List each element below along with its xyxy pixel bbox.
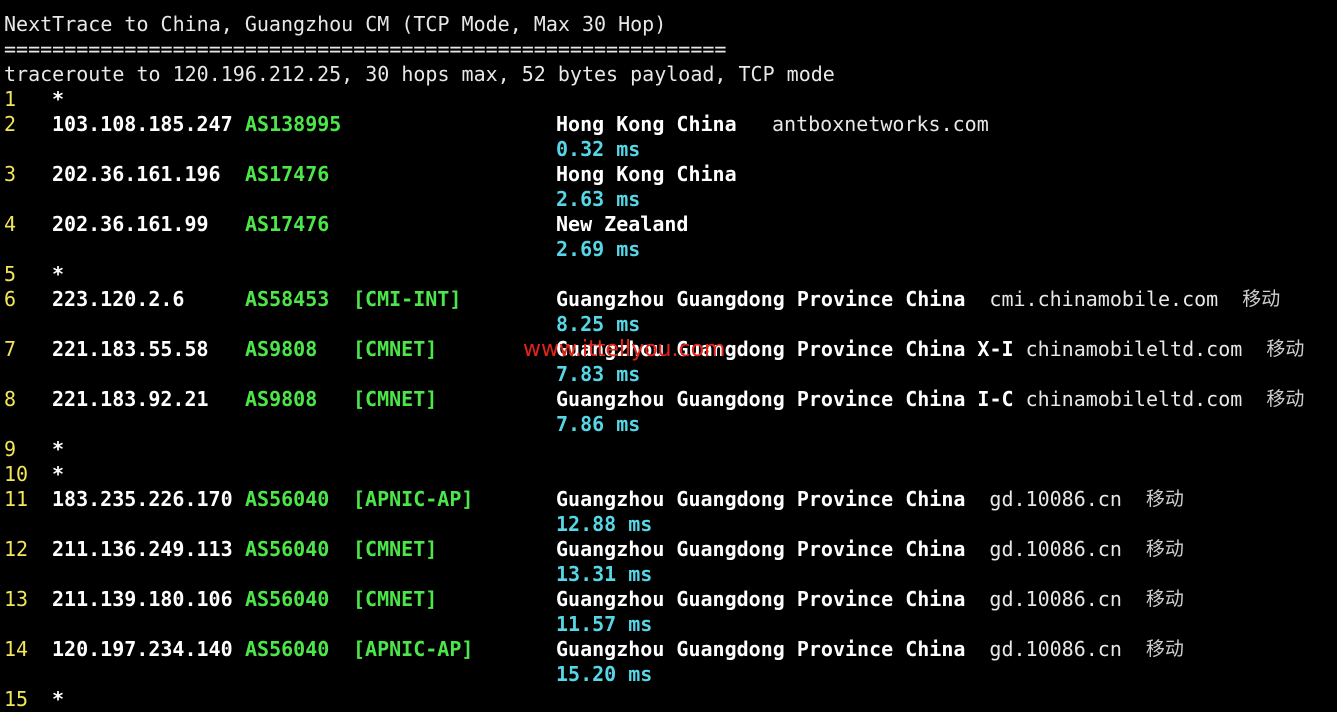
hop-ip: 103.108.185.247	[52, 112, 233, 136]
hop-isp: 移动	[1145, 588, 1184, 610]
hop-tag: [CMI-INT]	[353, 287, 462, 311]
hop-geo: Guangzhou Guangdong Province China	[556, 587, 966, 611]
hop-rtt: 2.63 ms	[556, 187, 641, 211]
hop-rtt: 15.20 ms	[556, 662, 653, 686]
hop-timeout: *	[52, 262, 65, 286]
hop-domain: antboxnetworks.com	[772, 112, 989, 136]
hop-rtt: 0.32 ms	[556, 137, 641, 161]
hop-timeout: *	[52, 462, 65, 486]
hop-asn: AS9808	[245, 387, 318, 411]
hop-timeout: *	[52, 687, 65, 711]
hop-asn: AS9808	[245, 337, 318, 361]
hop-asn: AS56040	[245, 537, 330, 561]
hop-geo: Hong Kong China	[556, 112, 737, 136]
hop-isp: 移动	[1266, 338, 1305, 360]
hop-tag: [CMNET]	[353, 537, 438, 561]
hop-number: 12	[4, 537, 29, 561]
hop-number: 11	[4, 487, 29, 511]
hop-geo: Guangzhou Guangdong Province China X-I	[556, 337, 1014, 361]
hop-ip: 211.139.180.106	[52, 587, 233, 611]
hop-number: 13	[4, 587, 29, 611]
hop-geo: New Zealand	[556, 212, 689, 236]
hop-rtt: 7.83 ms	[556, 362, 641, 386]
hop-asn: AS56040	[245, 637, 330, 661]
hop-geo: Guangzhou Guangdong Province China I-C	[556, 387, 1014, 411]
separator-line: ========================================…	[4, 37, 727, 61]
hop-number: 6	[4, 287, 17, 311]
hop-number: 7	[4, 337, 17, 361]
hop-isp: 移动	[1145, 638, 1184, 660]
hop-geo: Guangzhou Guangdong Province China	[556, 287, 966, 311]
hop-number: 9	[4, 437, 17, 461]
hop-number: 14	[4, 637, 29, 661]
hop-timeout: *	[52, 437, 65, 461]
hop-number: 5	[4, 262, 17, 286]
hop-rtt: 11.57 ms	[556, 612, 653, 636]
hop-geo: Guangzhou Guangdong Province China	[556, 637, 966, 661]
hop-ip: 221.183.55.58	[52, 337, 209, 361]
hop-geo: Hong Kong China	[556, 162, 737, 186]
hop-domain: chinamobileltd.com	[1025, 387, 1243, 411]
hop-asn: AS58453	[245, 287, 330, 311]
hop-number: 4	[4, 212, 17, 236]
hop-isp: 移动	[1242, 288, 1281, 310]
hop-number: 15	[4, 687, 29, 711]
hop-domain: cmi.chinamobile.com	[989, 287, 1219, 311]
hop-timeout: *	[52, 87, 65, 111]
hop-rtt: 12.88 ms	[556, 512, 653, 536]
hop-asn: AS17476	[245, 162, 330, 186]
hop-geo: Guangzhou Guangdong Province China	[556, 537, 966, 561]
hop-ip: 202.36.161.196	[52, 162, 221, 186]
hop-asn: AS138995	[245, 112, 342, 136]
hop-domain: chinamobileltd.com	[1025, 337, 1243, 361]
hop-asn: AS56040	[245, 587, 330, 611]
hop-tag: [CMNET]	[353, 337, 438, 361]
hop-number: 10	[4, 462, 29, 486]
hop-geo: Guangzhou Guangdong Province China	[556, 487, 966, 511]
hop-isp: 移动	[1145, 538, 1184, 560]
hop-asn: AS17476	[245, 212, 330, 236]
hop-number: 2	[4, 112, 17, 136]
hop-asn: AS56040	[245, 487, 330, 511]
hop-ip: 202.36.161.99	[52, 212, 209, 236]
hop-rtt: 8.25 ms	[556, 312, 641, 336]
hop-number: 3	[4, 162, 17, 186]
hop-ip: 120.197.234.140	[52, 637, 233, 661]
hop-rtt: 7.86 ms	[556, 412, 641, 436]
hop-number: 1	[4, 87, 17, 111]
hop-tag: [CMNET]	[353, 387, 438, 411]
hop-isp: 移动	[1145, 488, 1184, 510]
hop-tag: [APNIC-AP]	[353, 487, 474, 511]
hop-domain: gd.10086.cn	[989, 537, 1122, 561]
hop-domain: gd.10086.cn	[989, 487, 1122, 511]
trace-title: NextTrace to China, Guangzhou CM (TCP Mo…	[4, 12, 667, 36]
hop-domain: gd.10086.cn	[989, 587, 1122, 611]
hop-tag: [CMNET]	[353, 587, 438, 611]
hop-rtt: 13.31 ms	[556, 562, 653, 586]
hop-number: 8	[4, 387, 17, 411]
traceroute-command-line: traceroute to 120.196.212.25, 30 hops ma…	[4, 62, 835, 86]
hop-tag: [APNIC-AP]	[353, 637, 474, 661]
hop-ip: 221.183.92.21	[52, 387, 209, 411]
hop-ip: 183.235.226.170	[52, 487, 233, 511]
hop-ip: 223.120.2.6	[52, 287, 185, 311]
hop-ip: 211.136.249.113	[52, 537, 233, 561]
hop-isp: 移动	[1266, 388, 1305, 410]
hop-domain: gd.10086.cn	[989, 637, 1122, 661]
hop-rtt: 2.69 ms	[556, 237, 641, 261]
